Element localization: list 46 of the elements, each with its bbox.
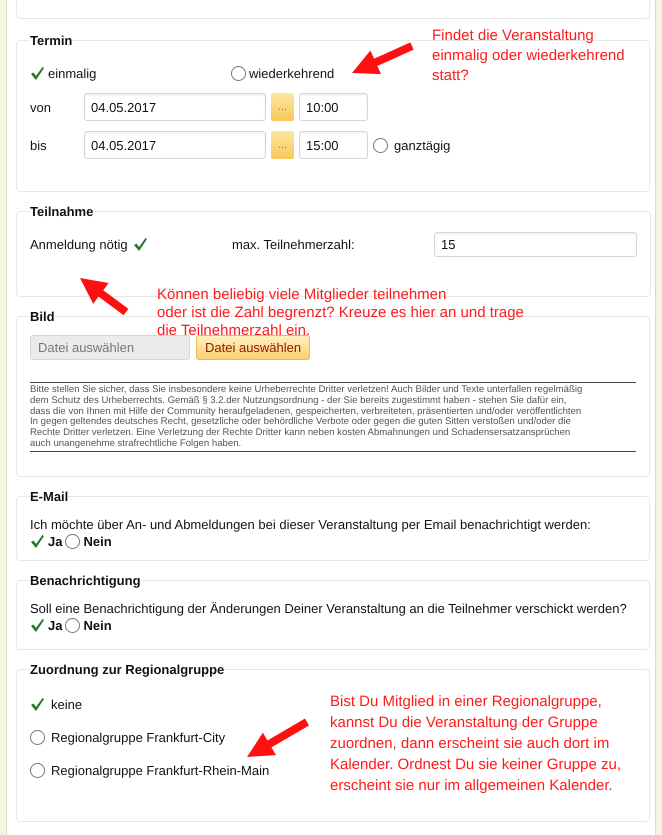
time-field[interactable]: 15:00 — [299, 131, 368, 159]
radio-button[interactable] — [65, 618, 80, 633]
arrow — [80, 278, 128, 316]
option-label: wiederkehrend — [249, 66, 334, 81]
file-field[interactable]: Datei auswählen — [30, 335, 190, 360]
file-button[interactable]: Datei auswählen — [196, 335, 310, 360]
question-text: Ich möchte über An- und Abmeldungen bei dieser Veranstaltung per Email benachrichtigt werden: — [30, 517, 591, 532]
annotation-text: Findet die Veranstaltung einmalig oder wiederkehrend statt? — [432, 26, 625, 86]
date-field[interactable]: 04.05.2017 — [84, 93, 266, 121]
time-field[interactable]: 10:00 — [299, 93, 368, 121]
field-label: bis — [30, 138, 48, 152]
radio-button[interactable] — [30, 730, 45, 745]
radio-button[interactable] — [65, 534, 80, 549]
option-label: einmalig — [48, 66, 96, 81]
section-title: Zuordnung zur Regionalgruppe — [30, 662, 224, 677]
check-icon[interactable] — [30, 66, 45, 81]
choice-label: Nein — [83, 534, 112, 549]
check-icon[interactable] — [30, 697, 45, 712]
check-icon[interactable] — [30, 534, 45, 549]
field-label: max. Teilnehmerzahl: — [232, 237, 356, 252]
radio-button[interactable] — [231, 66, 246, 81]
check-icon[interactable] — [30, 618, 45, 633]
field-label: von — [30, 100, 52, 114]
option-label: Anmeldung nötig — [30, 237, 128, 252]
option-label: ganztägig — [394, 138, 450, 152]
section-title: Termin — [30, 33, 72, 48]
question-text: Soll eine Benachrichtigung der Änderungen Deiner Veranstaltung an die Teilnehmer verschickt werden? — [30, 601, 627, 616]
radio-button[interactable] — [373, 138, 388, 152]
section-title: E-Mail — [30, 489, 68, 504]
choice-label: Ja — [48, 618, 62, 633]
radio-button[interactable] — [30, 763, 45, 778]
section-title: Bild — [30, 309, 55, 324]
choice-label: Nein — [83, 618, 112, 633]
number-field[interactable]: 15 — [434, 232, 637, 257]
annotation-text: Bist Du Mitglied in einer Regionalgruppe, kannst Du die Veranstaltung der Gruppe zuordnen, dann erscheint sie auch dort im Kalender. Ordnest Du sie keiner Gruppe zu, erscheint sie nur im allgemeinen Kalender. — [330, 692, 621, 796]
option-label: Regionalgruppe Frankfurt-Rhein-Main — [51, 763, 270, 778]
check-icon[interactable] — [132, 237, 148, 252]
option-label: keine — [51, 697, 82, 712]
arrow — [352, 42, 414, 74]
arrow — [247, 718, 310, 757]
section-title: Teilnahme — [30, 204, 94, 219]
date-field[interactable]: 04.05.2017 — [84, 131, 266, 159]
choice-label: Ja — [48, 534, 62, 549]
section-title: Benachrichtigung — [30, 573, 141, 588]
disclaimer-text: Bitte stellen Sie sicher, dass Sie insbesondere keine Urheberrechte Dritter verletzen! Auch Bilder und Texte unterfallen regelmäßig dem Schutz des Urheberrechts. Gemäß § 3.2.der Nutzungsordnung - der Sie bereits zugestimmt haben - stehen Sie dafür ein, dass die von Ihnen mit Hilfe der Community heraufgeladenen, gespeicherten, verbreiteten, präsentierten und/oder veröffentlichten In gegen geltendes deutsches Recht, gesetzliche oder behördliche Verbote oder gegen die guten Sitten verstoßen und/oder die Rechte Dritter verletzen. Eine Verletzung der Rechte Dritter kann neben kosten Abmahnungen und Schadensersatzansprüchen auch unangenehme strafrechtliche Folgen haben. — [30, 382, 636, 452]
option-label: Regionalgruppe Frankfurt-City — [51, 730, 226, 745]
